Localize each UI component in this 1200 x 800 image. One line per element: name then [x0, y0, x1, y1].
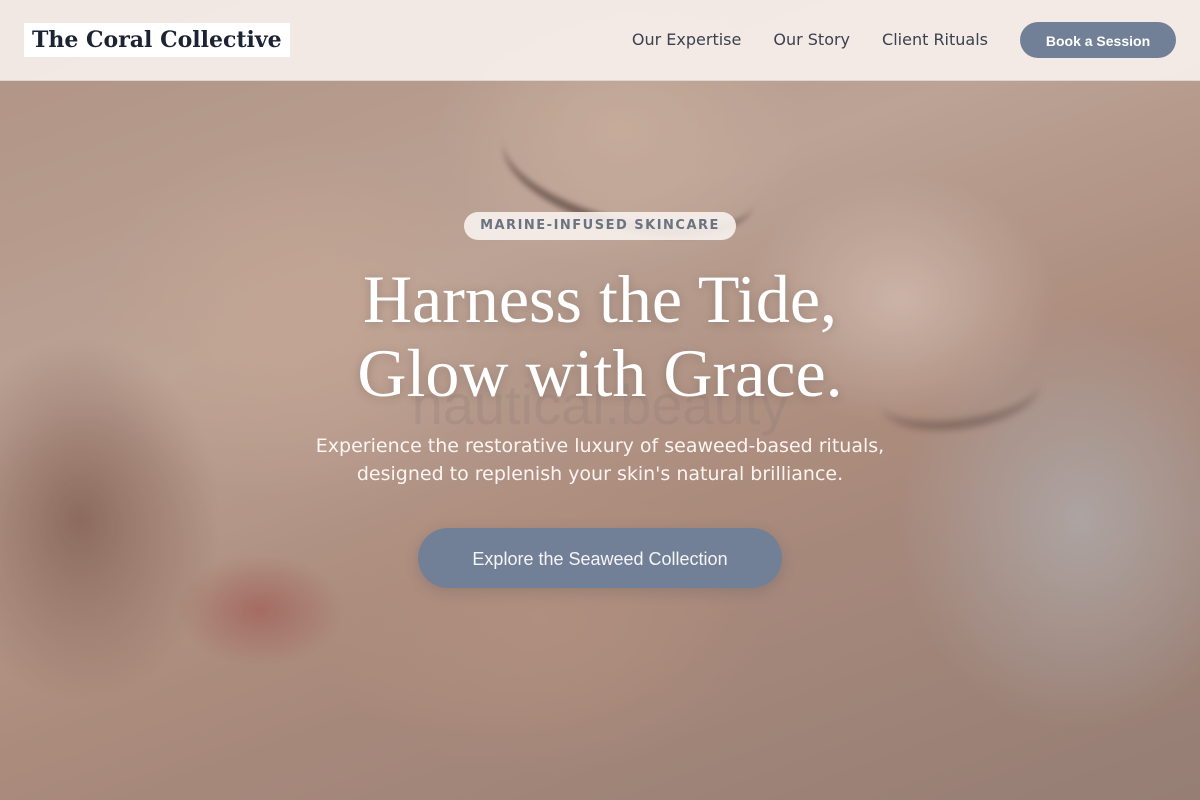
nav-link-our-expertise[interactable]: Our Expertise — [632, 26, 741, 54]
hero-subtext-line-2: designed to replenish your skin's natura… — [356, 463, 844, 485]
top-navigation-bar: The Coral Collective Our Expertise Our S… — [0, 0, 1200, 81]
hero-subtext-line-1: Experience the restorative luxury of sea… — [315, 435, 885, 457]
nav-link-client-rituals[interactable]: Client Rituals — [882, 26, 988, 54]
hero-headline-line-2: Glow with Grace. — [357, 335, 843, 411]
brand-logo[interactable]: The Coral Collective — [24, 23, 290, 57]
hero-headline-line-1: Harness the Tide, — [362, 261, 838, 337]
landing-page: The Coral Collective Our Expertise Our S… — [0, 0, 1200, 800]
hero-subtext: Experience the restorative luxury of sea… — [250, 432, 950, 488]
hero-tag-badge: MARINE-INFUSED SKINCARE — [464, 212, 736, 240]
nav-link-our-story[interactable]: Our Story — [773, 26, 850, 54]
hero-section: MARINE-INFUSED SKINCARE nautical.beauty … — [0, 0, 1200, 800]
nav-links: Our Expertise Our Story Client Rituals — [632, 26, 988, 54]
explore-collection-button[interactable]: Explore the Seaweed Collection — [418, 528, 782, 588]
book-session-button[interactable]: Book a Session — [1020, 22, 1176, 58]
hero-headline: Harness the Tide, Glow with Grace. — [200, 262, 1000, 410]
